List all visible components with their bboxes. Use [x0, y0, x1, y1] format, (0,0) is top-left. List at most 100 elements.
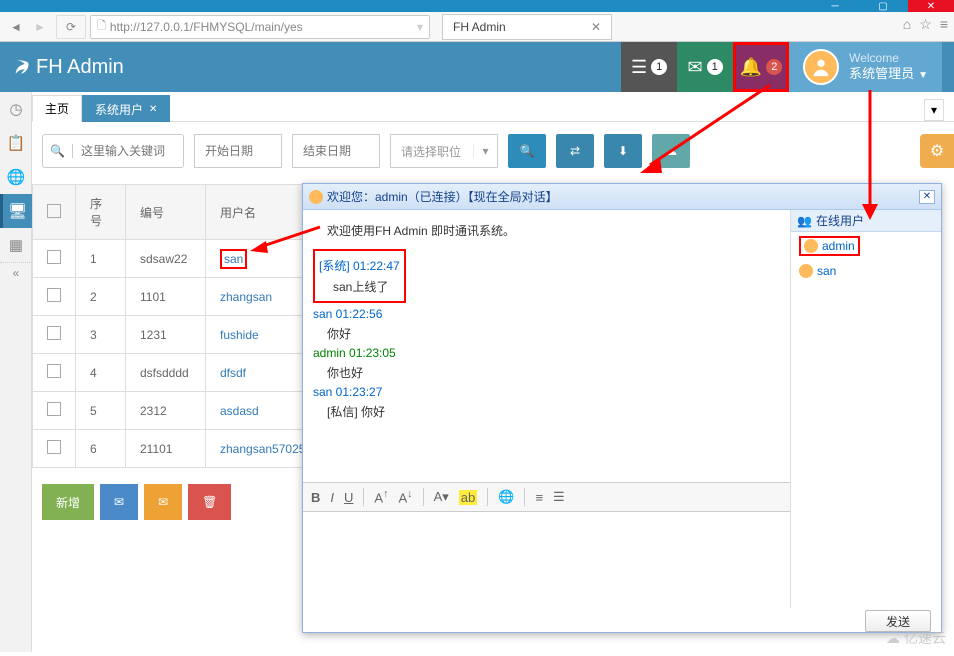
cell-no: dsfsdddd: [126, 354, 206, 392]
notify-badge: 2: [766, 59, 782, 75]
side-dashboard-icon[interactable]: ◷: [0, 92, 32, 126]
cell-no: sdsaw22: [126, 240, 206, 278]
back-icon[interactable]: ◄: [4, 15, 28, 39]
side-clipboard-icon[interactable]: 📋: [0, 126, 32, 160]
cell-seq: 4: [76, 354, 126, 392]
bold-icon[interactable]: B: [311, 490, 320, 505]
user-icon: [309, 190, 323, 204]
app-title: FH Admin: [36, 56, 124, 79]
win-close-icon[interactable]: ✕: [908, 0, 954, 12]
username-link[interactable]: fushide: [220, 328, 259, 342]
win-max-icon[interactable]: ▢: [860, 0, 906, 12]
cell-seq: 5: [76, 392, 126, 430]
msg-body: san上线了: [319, 278, 400, 295]
chat-messages: 欢迎使用FH Admin 即时通讯系统。 [系统] 01:22:47 san上线了…: [303, 210, 790, 482]
side-desktop-icon[interactable]: 🖥: [0, 194, 32, 228]
username-link[interactable]: zhangsan570256: [220, 442, 312, 456]
emoji-icon[interactable]: 🌐: [498, 489, 514, 505]
msg-header: admin 01:23:05: [313, 346, 780, 360]
th-no: 编号: [126, 185, 206, 240]
end-date-input[interactable]: [292, 134, 380, 168]
underline-icon[interactable]: U: [344, 490, 353, 505]
bell-icon: 🔔: [740, 57, 762, 78]
start-date-input[interactable]: [194, 134, 282, 168]
row-check[interactable]: [47, 364, 61, 378]
check-all[interactable]: [47, 204, 61, 218]
italic-icon[interactable]: I: [330, 490, 334, 505]
mail2-action-button[interactable]: ✉: [144, 484, 182, 520]
side-grid-icon[interactable]: ▦: [0, 228, 32, 262]
user-menu[interactable]: Welcome 系统管理员▼: [789, 42, 942, 92]
add-button[interactable]: 新增: [42, 484, 94, 520]
highlight-icon[interactable]: ab: [459, 490, 477, 505]
row-check[interactable]: [47, 250, 61, 264]
mail-badge: 1: [707, 59, 723, 75]
row-check[interactable]: [47, 326, 61, 340]
cell-seq: 6: [76, 430, 126, 468]
delete-button[interactable]: 🗑: [188, 484, 231, 520]
side-globe-icon[interactable]: 🌐: [0, 160, 32, 194]
app-logo[interactable]: FH Admin: [12, 56, 124, 79]
online-user[interactable]: san: [791, 260, 941, 282]
username-link[interactable]: san: [224, 252, 243, 266]
url-bar[interactable]: 🗋 http://127.0.0.1/FHMYSQL/main/yes ▾: [90, 15, 430, 39]
home-icon[interactable]: ⌂: [903, 16, 911, 33]
font-dec-icon[interactable]: A↓: [399, 488, 413, 505]
cell-no: 1101: [126, 278, 206, 316]
role-select[interactable]: 请选择职位 ▾: [390, 134, 498, 168]
fwd-icon[interactable]: ►: [28, 15, 52, 39]
username-link[interactable]: asdasd: [220, 404, 259, 418]
list-icon: ☰: [631, 57, 647, 78]
cell-seq: 2: [76, 278, 126, 316]
msg-header: [系统] 01:22:47: [319, 257, 400, 274]
search-button[interactable]: 🔍: [508, 134, 546, 168]
bookmark-icon[interactable]: ▾: [417, 20, 423, 34]
swap-button[interactable]: ⇄: [556, 134, 594, 168]
row-check[interactable]: [47, 440, 61, 454]
watermark: ☁ 亿速云: [886, 628, 946, 648]
username-link[interactable]: zhangsan: [220, 290, 272, 304]
list-ul-icon[interactable]: ☰: [553, 489, 565, 505]
close-icon[interactable]: ✕: [149, 104, 157, 115]
refresh-icon[interactable]: ⟳: [56, 15, 86, 39]
star-icon[interactable]: ☆: [919, 16, 932, 33]
leaf-icon: [12, 58, 30, 76]
tabs-dropdown[interactable]: ▾: [924, 99, 944, 121]
tab-home[interactable]: 主页: [32, 95, 82, 122]
font-inc-icon[interactable]: A↑: [374, 488, 388, 505]
welcome-label: Welcome: [849, 51, 928, 67]
cloud-icon: ☁: [886, 630, 900, 647]
tab-close-icon[interactable]: ✕: [591, 20, 601, 34]
help-button[interactable]: ⚙: [920, 134, 954, 168]
search-icon: 🔍: [43, 144, 73, 158]
search-field[interactable]: [73, 135, 183, 167]
win-min-icon[interactable]: ─: [812, 0, 858, 12]
user-icon: [799, 264, 813, 278]
chevron-down-icon: ▼: [918, 70, 928, 81]
chat-input[interactable]: [303, 512, 790, 608]
dialog-title: 欢迎您：admin（已连接）【现在全局对话】: [327, 188, 558, 205]
row-check[interactable]: [47, 288, 61, 302]
sidebar-collapse-icon[interactable]: «: [0, 262, 32, 282]
search-input[interactable]: 🔍: [42, 134, 184, 168]
dialog-close-icon[interactable]: ✕: [919, 190, 935, 204]
more-icon[interactable]: ≡: [940, 16, 948, 33]
row-check[interactable]: [47, 402, 61, 416]
mail-action-button[interactable]: ✉: [100, 484, 138, 520]
browser-tab[interactable]: FH Admin ✕: [442, 14, 612, 40]
user-icon: [804, 239, 818, 253]
tab-users[interactable]: 系统用户✕: [82, 95, 170, 122]
users-icon: 👥: [797, 214, 812, 228]
username-link[interactable]: dfsdf: [220, 366, 246, 380]
dialog-titlebar[interactable]: 欢迎您：admin（已连接）【现在全局对话】 ✕: [303, 184, 941, 210]
download-button[interactable]: ⬇: [604, 134, 642, 168]
msg-body: 你好: [313, 325, 780, 342]
url-text: http://127.0.0.1/FHMYSQL/main/yes: [110, 20, 303, 34]
font-color-icon[interactable]: A▾: [434, 489, 449, 505]
cell-seq: 1: [76, 240, 126, 278]
online-user[interactable]: admin: [791, 232, 941, 260]
editor-toolbar: B I U A↑ A↓ A▾ ab 🌐 ≡ ☰: [303, 482, 790, 512]
role-label: 请选择职位: [391, 143, 473, 160]
intro-msg: 欢迎使用FH Admin 即时通讯系统。: [313, 222, 780, 239]
list-ol-icon[interactable]: ≡: [535, 490, 543, 505]
